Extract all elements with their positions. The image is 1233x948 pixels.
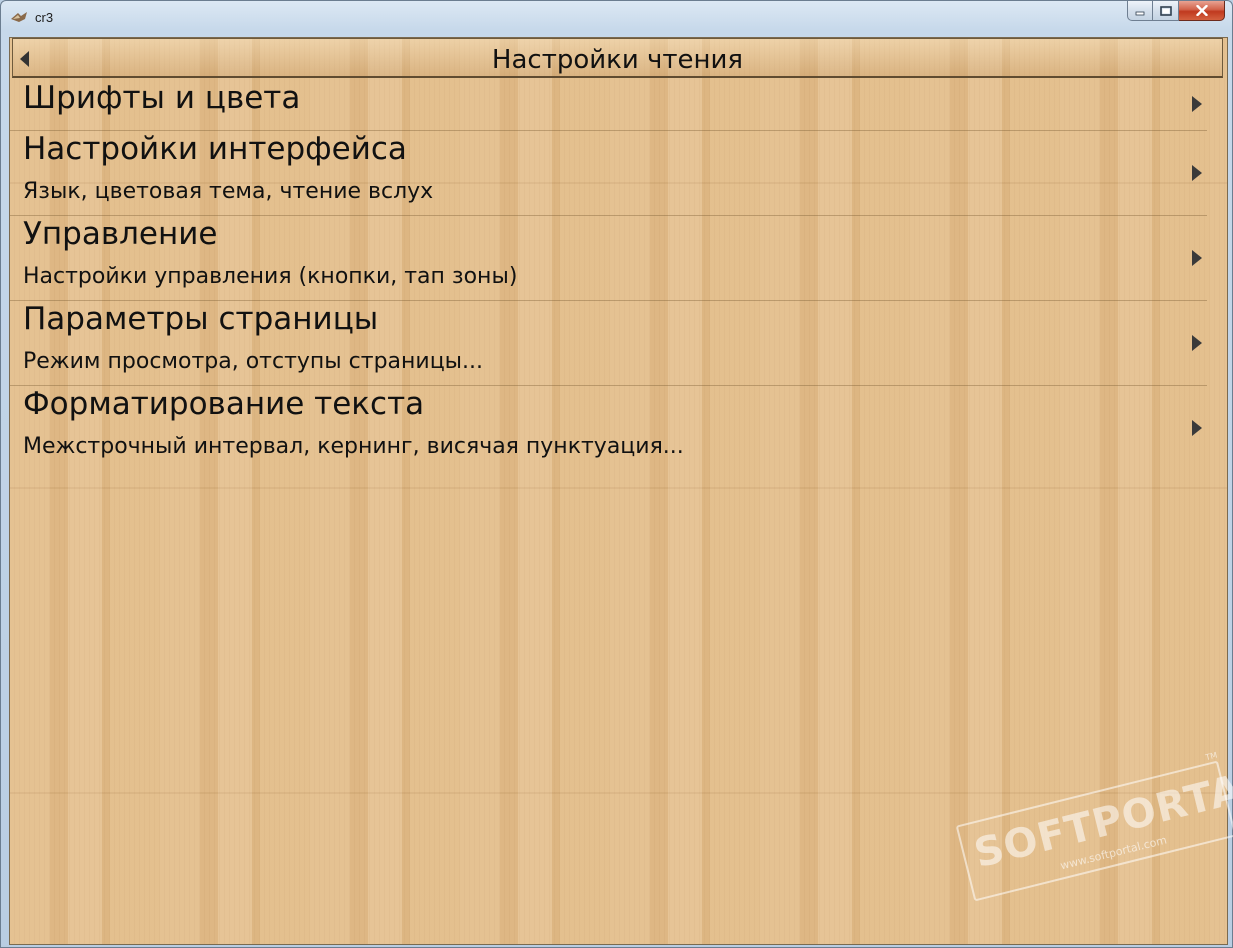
menu-item-page-params[interactable]: Параметры страницы Режим просмотра, отст… [10, 301, 1207, 386]
close-button[interactable] [1179, 1, 1225, 21]
menu-item-subtitle: Настройки управления (кнопки, тап зоны) [23, 264, 518, 289]
reader-settings-screen: Настройки чтения Шрифты и цвета Настройк… [9, 37, 1228, 945]
page-title: Настройки чтения [491, 45, 744, 75]
chevron-right-icon [1192, 250, 1202, 266]
window-title: cr3 [35, 10, 54, 25]
menu-item-interface[interactable]: Настройки интерфейса Язык, цветовая тема… [10, 131, 1207, 216]
app-icon [11, 12, 27, 22]
chevron-right-icon [1192, 165, 1202, 181]
chevron-right-icon [1192, 420, 1202, 436]
settings-header: Настройки чтения [12, 38, 1223, 78]
menu-item-fonts-colors[interactable]: Шрифты и цвета [10, 80, 1207, 131]
chevron-right-icon [1192, 96, 1202, 112]
maximize-icon [1159, 5, 1172, 16]
menu-item-title: Шрифты и цвета [23, 80, 301, 116]
title-bar[interactable]: cr3 [1, 1, 1232, 35]
settings-menu: Шрифты и цвета Настройки интерфейса Язык… [10, 80, 1207, 471]
menu-item-title: Настройки интерфейса [23, 131, 407, 167]
menu-item-subtitle: Язык, цветовая тема, чтение вслух [23, 179, 434, 204]
menu-item-controls[interactable]: Управление Настройки управления (кнопки,… [10, 216, 1207, 301]
minimize-button[interactable] [1127, 1, 1153, 21]
menu-item-title: Управление [23, 216, 218, 252]
maximize-button[interactable] [1153, 1, 1179, 21]
chevron-right-icon [1192, 335, 1202, 351]
menu-item-subtitle: Режим просмотра, отступы страницы... [23, 349, 484, 374]
menu-item-title: Параметры страницы [23, 301, 379, 337]
menu-item-title: Форматирование текста [23, 386, 425, 422]
minimize-icon [1135, 11, 1145, 15]
menu-item-text-formatting[interactable]: Форматирование текста Межстрочный интерв… [10, 386, 1207, 471]
menu-item-subtitle: Межстрочный интервал, кернинг, висячая п… [23, 434, 684, 459]
window-controls [1127, 1, 1225, 23]
application-window: cr3 Настройки чтения Шрифты и цвета Наст… [0, 0, 1233, 948]
close-icon [1195, 5, 1208, 16]
